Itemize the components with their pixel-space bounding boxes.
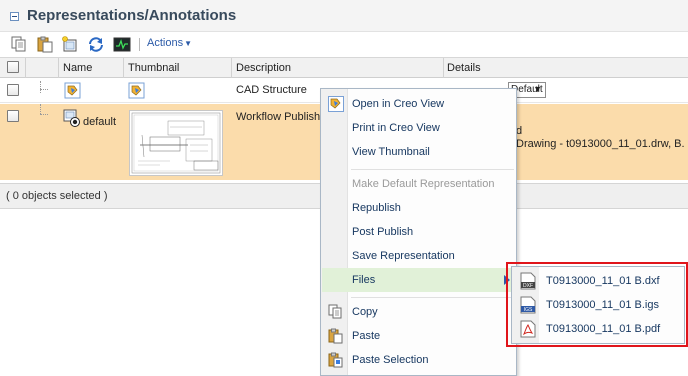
menu-item-label: Make Default Representation (352, 178, 495, 190)
menu-item-label: Save Representation (352, 250, 455, 262)
column-header-details[interactable]: Details (447, 62, 481, 74)
paste-icon[interactable] (36, 36, 54, 53)
chevron-down-icon: ▼ (184, 39, 192, 48)
menu-item-label: Paste (352, 330, 381, 342)
context-menu: Open in Creo View Print in Creo View Vie… (320, 88, 517, 376)
tree-connector (40, 114, 48, 115)
panel-title: Representations/Annotations (27, 7, 237, 24)
selection-count: ( 0 objects selected ) (6, 190, 108, 202)
actions-menu-button[interactable]: Actions▼ (147, 37, 192, 49)
default-representation-icon[interactable] (63, 109, 81, 127)
menu-item-label: Copy (352, 306, 378, 318)
tree-connector (40, 89, 48, 90)
paste-icon (328, 328, 344, 344)
menu-item-open-in-creo-view[interactable]: Open in Creo View (322, 92, 516, 116)
name-cell[interactable]: default (83, 116, 116, 128)
description-cell: Workflow Publish (236, 111, 321, 123)
panel-header: Representations/Annotations (0, 0, 688, 32)
tree-connector (40, 104, 41, 114)
menu-item-make-default-representation: Make Default Representation (322, 172, 516, 196)
viewer-icon[interactable] (113, 36, 131, 53)
column-divider (123, 58, 124, 78)
menu-item-label: View Thumbnail (352, 146, 430, 158)
menu-item-save-representation[interactable]: Save Representation (322, 244, 516, 268)
menu-item-paste-selection[interactable]: Paste Selection (322, 348, 516, 372)
menu-item-view-thumbnail[interactable]: View Thumbnail (322, 140, 516, 164)
chevron-down-icon: ▼ (533, 84, 542, 94)
cad-structure-icon[interactable] (64, 82, 81, 99)
refresh-icon[interactable] (87, 36, 105, 53)
menu-item-label: Post Publish (352, 226, 414, 238)
column-header-thumbnail[interactable]: Thumbnail (128, 62, 179, 74)
new-representation-icon[interactable] (61, 36, 79, 53)
menu-item-label: Open in Creo View (352, 98, 445, 110)
menu-item-post-publish[interactable]: Post Publish (322, 220, 516, 244)
menu-separator (351, 169, 514, 170)
column-divider (231, 58, 232, 78)
creo-view-icon (328, 96, 344, 112)
menu-item-label: Paste Selection (352, 354, 429, 366)
toolbar: Actions▼ (0, 32, 688, 57)
description-cell: CAD Structure (236, 84, 307, 96)
row-checkbox[interactable] (7, 110, 19, 122)
drawing-thumbnail-image[interactable] (129, 110, 223, 176)
copy-icon (328, 304, 344, 320)
toolbar-separator (139, 38, 140, 51)
details-line-2: Drawing - t0913000_11_01.drw, B. (516, 138, 685, 150)
tree-connector (40, 81, 41, 93)
menu-item-files[interactable]: Files (322, 268, 516, 292)
menu-item-label: Republish (352, 202, 401, 214)
annotation-highlight-box (506, 262, 688, 347)
copy-icon[interactable] (10, 36, 28, 53)
menu-item-republish[interactable]: Republish (322, 196, 516, 220)
column-divider (443, 58, 444, 78)
collapse-toggle-icon[interactable] (10, 12, 19, 21)
paste-selection-icon (328, 352, 344, 368)
menu-item-label: Files (352, 274, 376, 286)
menu-item-paste[interactable]: Paste (322, 324, 516, 348)
column-header-description[interactable]: Description (236, 62, 291, 74)
thumbnail-cad-icon[interactable] (128, 82, 145, 99)
actions-label: Actions (147, 37, 184, 49)
row-checkbox[interactable] (7, 84, 19, 96)
column-divider (58, 58, 59, 78)
column-header-name[interactable]: Name (63, 62, 92, 74)
menu-item-label: Print in Creo View (352, 122, 440, 134)
menu-item-print-in-creo-view[interactable]: Print in Creo View (322, 116, 516, 140)
menu-item-copy[interactable]: Copy (322, 300, 516, 324)
table-header: Name Thumbnail Description Details (0, 57, 688, 78)
menu-separator (351, 297, 514, 298)
select-all-checkbox[interactable] (7, 61, 19, 73)
column-divider (25, 58, 26, 78)
